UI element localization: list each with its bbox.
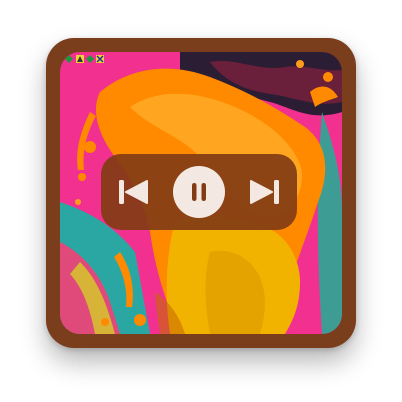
pause-button[interactable] bbox=[173, 166, 225, 218]
indicator-icons bbox=[65, 55, 104, 63]
corner-badge bbox=[64, 54, 106, 64]
playback-controls bbox=[101, 154, 297, 230]
previous-track-button[interactable] bbox=[115, 174, 151, 210]
music-player-widget-stage bbox=[0, 0, 402, 402]
pause-icon bbox=[192, 183, 206, 201]
skip-next-icon bbox=[250, 180, 279, 204]
skip-previous-icon bbox=[119, 180, 148, 204]
music-player-widget bbox=[46, 38, 356, 348]
next-track-button[interactable] bbox=[247, 174, 283, 210]
